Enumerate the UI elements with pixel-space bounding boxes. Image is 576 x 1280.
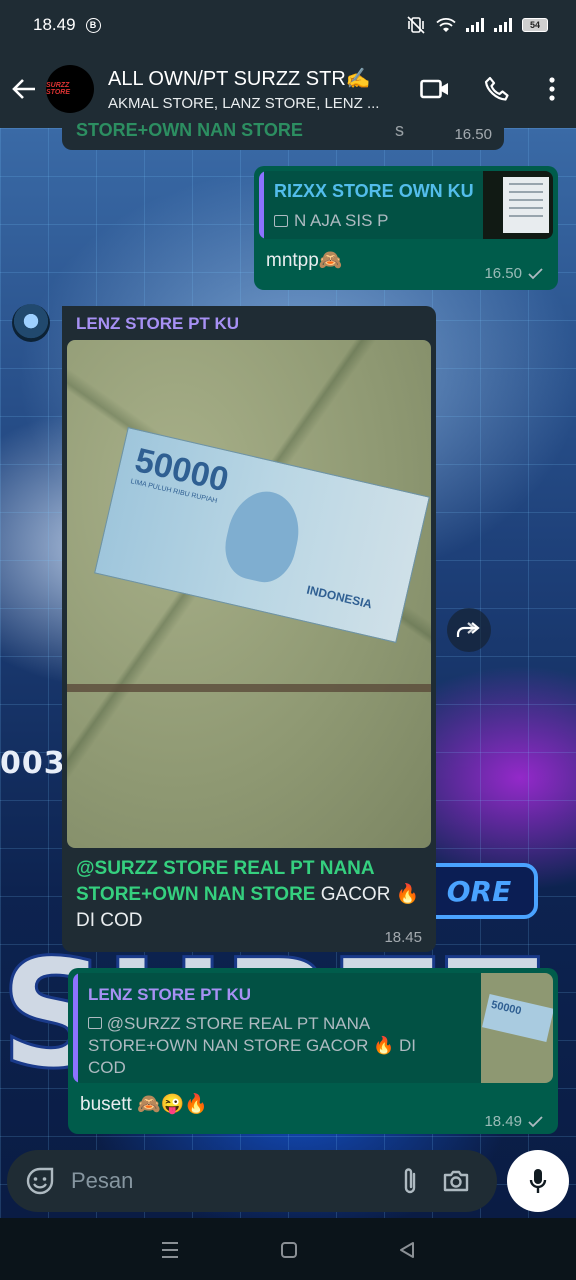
read-check-icon [528, 267, 543, 279]
header-actions [404, 50, 576, 128]
message-meta: 16.50 [484, 265, 544, 282]
message-bubble-incoming[interactable]: STORE+OWN NAN STORE s 16.50 [62, 120, 504, 150]
message-time: 18.49 [484, 1113, 522, 1130]
message-text: busett 🙈😜🔥 [80, 1094, 209, 1115]
message-time: 16.50 [454, 126, 492, 143]
message-meta: 18.49 [484, 1113, 544, 1130]
video-camera-icon [420, 79, 448, 99]
forward-icon [456, 622, 480, 637]
image-icon [274, 215, 288, 227]
avatar-logo-text: SURZZ STORE [46, 82, 70, 96]
video-call-button[interactable] [404, 50, 466, 128]
chat-header: SURZZ STORE ALL OWN/PT SURZZ STR✍️ AKMAL… [0, 50, 576, 128]
signal-icon-1 [466, 18, 484, 32]
emoji-sticker-icon[interactable] [25, 1166, 55, 1196]
kebab-menu-icon [549, 77, 555, 101]
back-arrow-icon[interactable] [2, 50, 46, 128]
quote-bar [73, 973, 78, 1083]
quoted-sender: RIZXX STORE OWN KU [274, 181, 474, 201]
b-badge-icon: B [85, 17, 101, 33]
wallpaper-ore-badge: ORE [420, 863, 538, 919]
quoted-thumbnail: 50000 [481, 973, 553, 1083]
banknote-portrait [218, 484, 307, 588]
wifi-icon [436, 18, 456, 32]
home-icon[interactable] [280, 1241, 298, 1259]
group-title: ALL OWN/PT SURZZ STR✍️ [108, 68, 371, 90]
message-time: 16.50 [484, 265, 522, 282]
group-members: AKMAL STORE, LANZ STORE, LENZ ... [108, 95, 380, 112]
system-nav-bar [0, 1220, 576, 1280]
banknote-image: 50000 LIMA PULUH RIBU RUPIAH INDONESIA [94, 427, 430, 643]
message-input-bar: Pesan [7, 1150, 497, 1212]
recent-apps-icon[interactable] [160, 1241, 180, 1259]
message-caption: @SURZZ STORE REAL PT NANA STORE+OWN NAN … [76, 856, 426, 934]
read-check-icon [528, 1115, 543, 1127]
vibrate-muted-icon [407, 16, 425, 34]
voice-message-button[interactable] [507, 1150, 569, 1212]
thumbnail-value: 50000 [489, 998, 523, 1018]
quoted-text: @SURZZ STORE REAL PT NANA STORE+OWN NAN … [88, 1014, 416, 1077]
phone-icon [484, 76, 509, 101]
quoted-sender: LENZ STORE PT KU [88, 985, 252, 1004]
photo-floor-edge [67, 684, 431, 692]
back-nav-icon[interactable] [398, 1241, 416, 1259]
camera-button[interactable] [433, 1158, 479, 1204]
image-icon [88, 1017, 102, 1029]
quoted-thumbnail [483, 171, 553, 239]
quoted-text: N AJA SIS P [294, 211, 389, 230]
quoted-text-row: @SURZZ STORE REAL PT NANA STORE+OWN NAN … [88, 1013, 458, 1079]
sender-avatar[interactable] [12, 304, 50, 342]
forward-button[interactable] [447, 608, 491, 652]
status-bar: 18.49 B 54 [0, 0, 576, 50]
quoted-message[interactable]: RIZXX STORE OWN KU N AJA SIS P [259, 171, 553, 239]
attach-button[interactable] [387, 1158, 433, 1204]
message-time: 18.45 [384, 929, 422, 946]
status-icons: 54 [406, 16, 548, 34]
message-mention-text: STORE+OWN NAN STORE [76, 120, 303, 140]
group-info[interactable]: ALL OWN/PT SURZZ STR✍️ AKMAL STORE, LANZ… [108, 66, 398, 112]
message-sender: LENZ STORE PT KU [76, 314, 240, 333]
message-bubble-incoming-image[interactable]: LENZ STORE PT KU 50000 LIMA PULUH RIBU R… [62, 306, 436, 952]
message-bubble-outgoing[interactable]: RIZXX STORE OWN KU N AJA SIS P mntpp🙈 16… [254, 166, 558, 290]
camera-icon [443, 1170, 469, 1192]
voice-call-button[interactable] [466, 50, 528, 128]
signal-icon-2 [494, 18, 512, 32]
quote-bar [259, 171, 264, 239]
message-text: mntpp🙈 [266, 250, 343, 271]
group-avatar[interactable]: SURZZ STORE [46, 65, 94, 113]
battery-icon: 54 [522, 18, 548, 32]
message-input[interactable]: Pesan [71, 1168, 387, 1194]
more-options-button[interactable] [528, 50, 576, 128]
message-photo[interactable]: 50000 LIMA PULUH RIBU RUPIAH INDONESIA [67, 340, 431, 848]
quoted-message[interactable]: LENZ STORE PT KU @SURZZ STORE REAL PT NA… [73, 973, 553, 1083]
quoted-text-row: N AJA SIS P [274, 211, 389, 231]
paperclip-icon [404, 1168, 416, 1194]
status-time: 18.49 [33, 15, 76, 34]
banknote-thumbnail: 50000 [482, 994, 553, 1042]
banknote-country: INDONESIA [305, 582, 374, 612]
microphone-icon [529, 1169, 547, 1193]
message-bubble-outgoing[interactable]: LENZ STORE PT KU @SURZZ STORE REAL PT NA… [68, 968, 558, 1134]
document-thumbnail [503, 177, 549, 233]
message-text: s [395, 120, 404, 140]
